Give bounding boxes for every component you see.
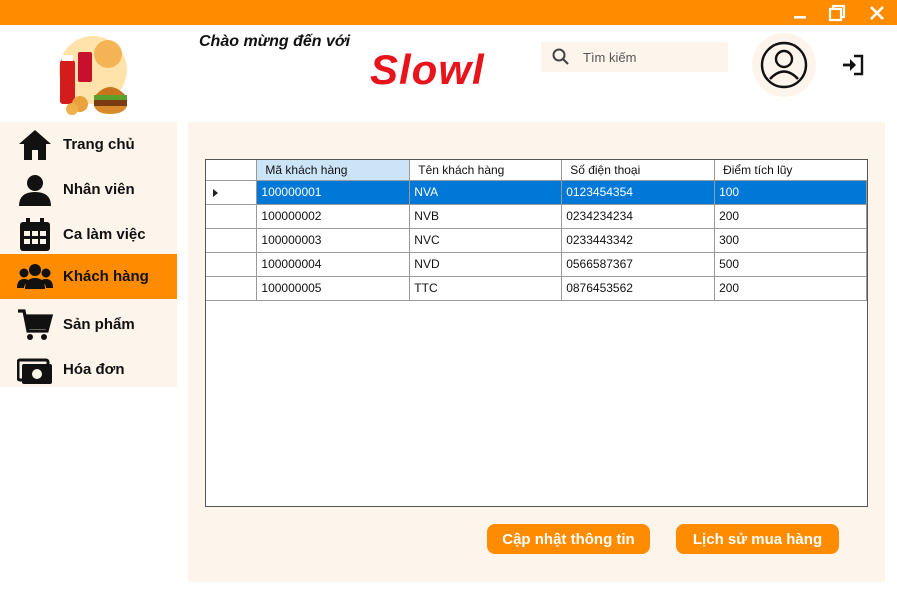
logout-button[interactable] <box>840 52 866 78</box>
corner-header <box>206 160 258 181</box>
table-cell[interactable]: 300 <box>714 227 867 253</box>
sidebar-item-home[interactable]: Trang chủ <box>0 122 177 167</box>
sidebar-item-employees[interactable]: Nhân viên <box>0 167 177 212</box>
table-cell[interactable]: 100000003 <box>256 227 411 253</box>
table-row[interactable]: 100000002 NVB 0234234234 200 <box>206 203 867 229</box>
table-cell[interactable]: 100000005 <box>256 275 411 301</box>
minimize-icon <box>794 15 806 18</box>
row-header[interactable] <box>206 227 258 253</box>
restore-icon <box>828 4 846 21</box>
row-header[interactable] <box>206 179 258 205</box>
welcome-text: Chào mừng đến với <box>199 33 351 50</box>
row-header[interactable] <box>206 251 258 277</box>
table-cell[interactable]: 200 <box>714 203 867 229</box>
column-header-phone[interactable]: Số điện thoại <box>561 160 716 181</box>
user-icon <box>17 172 53 208</box>
brand-title: Slowl <box>370 46 485 93</box>
cart-icon <box>17 307 53 343</box>
sidebar-item-label: Khách hàng <box>63 268 149 285</box>
calendar-icon <box>17 217 53 253</box>
table-cell[interactable]: NVB <box>409 203 563 229</box>
maximize-button[interactable] <box>820 0 854 25</box>
app-logo <box>50 30 136 116</box>
table-cell[interactable]: NVD <box>409 251 563 277</box>
update-info-button[interactable]: Cập nhật thông tin <box>487 524 650 554</box>
table-cell[interactable]: NVC <box>409 227 563 253</box>
table-row[interactable]: 100000003 NVC 0233443342 300 <box>206 227 867 253</box>
sidebar-item-shifts[interactable]: Ca làm việc <box>0 212 177 257</box>
sidebar-item-invoices[interactable]: Hóa đơn <box>0 347 177 392</box>
sidebar-item-products[interactable]: Sản phẩm <box>0 302 177 347</box>
column-header-customer-name[interactable]: Tên khách hàng <box>409 160 563 181</box>
purchase-history-button[interactable]: Lịch sử mua hàng <box>676 524 839 554</box>
sidebar-item-label: Sản phẩm <box>63 316 135 333</box>
search-input[interactable] <box>583 49 713 65</box>
table-cell[interactable]: 0876453562 <box>561 275 716 301</box>
title-bar <box>0 0 897 25</box>
sidebar-item-label: Trang chủ <box>63 136 135 153</box>
column-header-customer-id[interactable]: Mã khách hàng <box>256 160 411 181</box>
sidebar-item-label: Ca làm việc <box>63 226 146 243</box>
table-row[interactable]: 100000001 NVA 0123454354 100 <box>206 179 867 205</box>
table-cell[interactable]: NVA <box>409 179 563 205</box>
search-box[interactable] <box>541 42 728 72</box>
table-header-row: Mã khách hàng Tên khách hàng Số điện tho… <box>206 160 867 181</box>
sidebar-item-label: Hóa đơn <box>63 361 125 378</box>
table-cell[interactable]: 0123454354 <box>561 179 716 205</box>
sidebar-item-customers[interactable]: Khách hàng <box>0 254 177 299</box>
table-row[interactable]: 100000004 NVD 0566587367 500 <box>206 251 867 277</box>
table-cell[interactable]: 0566587367 <box>561 251 716 277</box>
sidebar: Trang chủ Nhân viên Ca làm việc Khách hà… <box>0 122 177 387</box>
table-cell[interactable]: TTC <box>409 275 563 301</box>
users-icon <box>17 259 53 295</box>
table-cell[interactable]: 500 <box>714 251 867 277</box>
table-cell[interactable]: 0233443342 <box>561 227 716 253</box>
row-header[interactable] <box>206 203 258 229</box>
home-icon <box>17 127 53 163</box>
logout-icon <box>843 54 864 76</box>
user-avatar-icon <box>760 41 808 89</box>
user-avatar[interactable] <box>752 33 816 97</box>
table-cell[interactable]: 100000002 <box>256 203 411 229</box>
close-icon <box>870 5 884 20</box>
row-header[interactable] <box>206 275 258 301</box>
table-cell[interactable]: 100000004 <box>256 251 411 277</box>
table-cell[interactable]: 200 <box>714 275 867 301</box>
table-cell[interactable]: 100 <box>714 179 867 205</box>
minimize-button[interactable] <box>783 0 817 25</box>
customer-table[interactable]: Mã khách hàng Tên khách hàng Số điện tho… <box>205 159 868 507</box>
table-row[interactable]: 100000005 TTC 0876453562 200 <box>206 275 867 301</box>
column-header-points[interactable]: Điểm tích lũy <box>714 160 867 181</box>
table-cell[interactable]: 100000001 <box>256 179 411 205</box>
search-icon <box>552 48 569 65</box>
sidebar-item-label: Nhân viên <box>63 181 135 198</box>
current-row-arrow-icon <box>213 188 218 197</box>
invoice-icon <box>17 352 53 388</box>
table-cell[interactable]: 0234234234 <box>561 203 716 229</box>
close-button[interactable] <box>860 0 894 25</box>
